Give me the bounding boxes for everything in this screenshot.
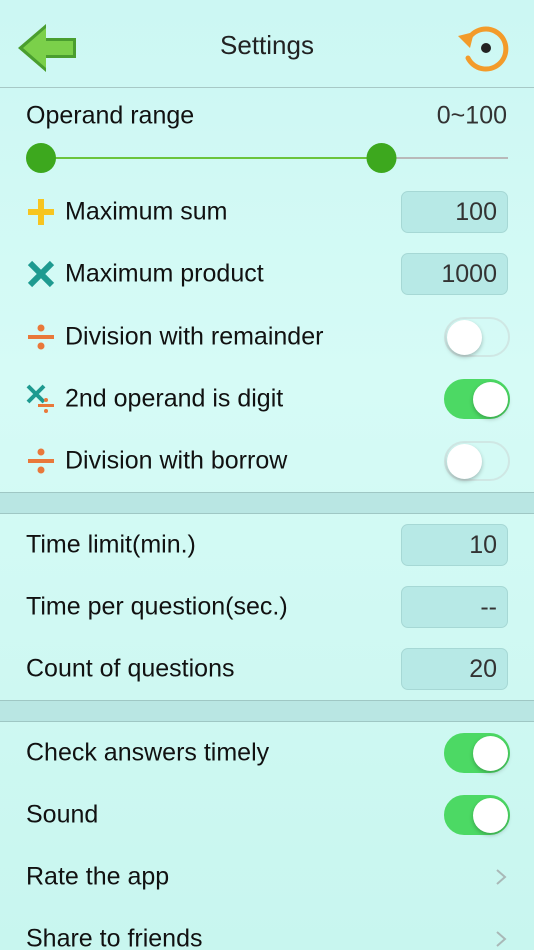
maximum-product-row: Maximum product 1000 bbox=[0, 243, 534, 305]
times-icon bbox=[27, 260, 55, 288]
operand-range-row: Operand range 0~100 bbox=[0, 88, 534, 144]
divide-icon bbox=[28, 324, 54, 350]
divide-icon bbox=[28, 448, 54, 474]
times-divide-icon bbox=[26, 384, 54, 413]
nav-header: Settings bbox=[0, 0, 534, 88]
chevron-right-icon bbox=[496, 869, 507, 885]
rate-app-row[interactable]: Rate the app bbox=[0, 846, 534, 908]
toggle-knob bbox=[447, 444, 482, 479]
plus-icon bbox=[28, 199, 54, 225]
section-divider bbox=[0, 492, 534, 514]
sound-row: Sound bbox=[0, 784, 534, 846]
check-answers-row: Check answers timely bbox=[0, 722, 534, 784]
check-answers-toggle[interactable] bbox=[444, 733, 510, 773]
slider-track bbox=[26, 143, 508, 173]
division-remainder-toggle[interactable] bbox=[444, 317, 510, 357]
chevron-right-icon bbox=[496, 931, 507, 947]
reset-button[interactable] bbox=[454, 20, 514, 76]
time-per-question-row: Time per question(sec.) -- bbox=[0, 576, 534, 638]
sound-label: Sound bbox=[26, 800, 99, 829]
time-per-question-label: Time per question(sec.) bbox=[26, 592, 288, 621]
time-limit-row: Time limit(min.) 10 bbox=[0, 514, 534, 576]
time-per-question-input[interactable]: -- bbox=[401, 586, 508, 628]
maximum-sum-label: Maximum sum bbox=[65, 197, 228, 226]
maximum-sum-row: Maximum sum 100 bbox=[0, 181, 534, 243]
digit-operand-row: 2nd operand is digit bbox=[0, 368, 534, 430]
toggle-knob bbox=[447, 320, 482, 355]
division-borrow-toggle[interactable] bbox=[444, 441, 510, 481]
maximum-product-label: Maximum product bbox=[65, 259, 264, 288]
time-limit-input[interactable]: 10 bbox=[401, 524, 508, 566]
rate-app-label: Rate the app bbox=[26, 862, 170, 891]
slider-high-handle[interactable] bbox=[366, 143, 397, 173]
time-limit-label: Time limit(min.) bbox=[26, 530, 196, 559]
count-of-questions-label: Count of questions bbox=[26, 654, 235, 683]
section-divider bbox=[0, 700, 534, 722]
slider-low-handle[interactable] bbox=[26, 143, 56, 173]
toggle-knob bbox=[473, 798, 508, 833]
maximum-sum-input[interactable]: 100 bbox=[401, 191, 508, 233]
share-friends-row[interactable]: Share to friends bbox=[0, 908, 534, 950]
share-friends-label: Share to friends bbox=[26, 924, 203, 950]
digit-operand-toggle[interactable] bbox=[444, 379, 510, 419]
reset-icon bbox=[458, 26, 509, 72]
count-of-questions-input[interactable]: 20 bbox=[401, 648, 508, 690]
count-of-questions-row: Count of questions 20 bbox=[0, 638, 534, 700]
sound-toggle[interactable] bbox=[444, 795, 510, 835]
operand-range-value: 0~100 bbox=[436, 101, 507, 130]
toggle-knob bbox=[473, 382, 508, 417]
operand-range-label: Operand range bbox=[26, 101, 195, 130]
division-borrow-row: Division with borrow bbox=[0, 430, 534, 492]
maximum-product-input[interactable]: 1000 bbox=[401, 253, 508, 295]
division-remainder-row: Division with remainder bbox=[0, 306, 534, 368]
toggle-knob bbox=[473, 736, 508, 771]
operand-range-slider[interactable] bbox=[26, 141, 510, 175]
digit-operand-label: 2nd operand is digit bbox=[65, 384, 284, 413]
division-borrow-label: Division with borrow bbox=[65, 446, 288, 475]
division-remainder-label: Division with remainder bbox=[65, 322, 324, 351]
check-answers-label: Check answers timely bbox=[26, 738, 270, 767]
